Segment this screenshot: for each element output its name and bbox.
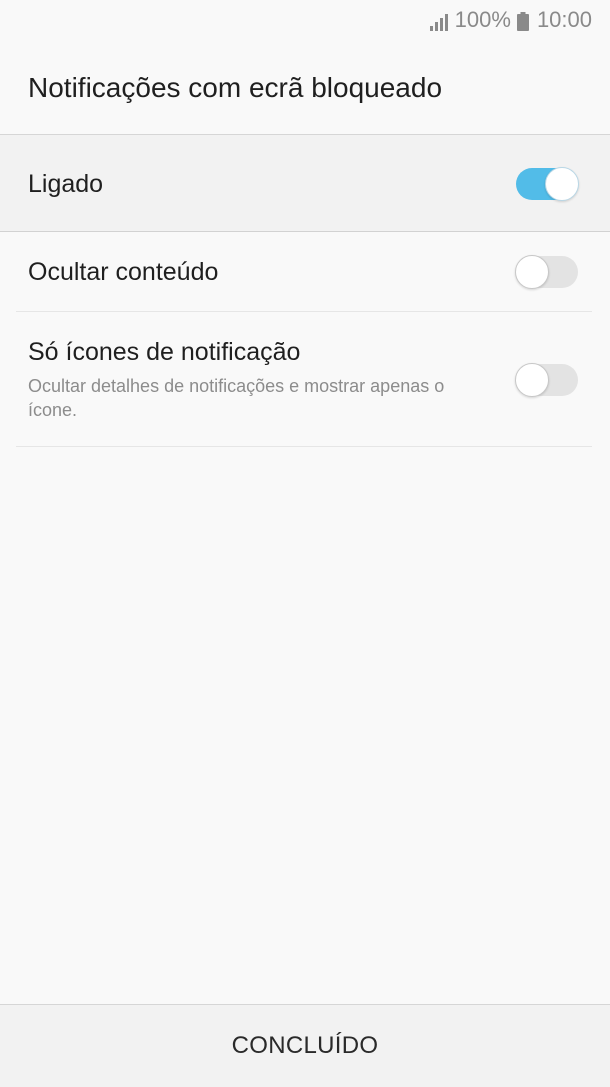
- done-button[interactable]: CONCLUÍDO: [0, 1005, 610, 1087]
- title-bar: Notificações com ecrã bloqueado: [0, 44, 610, 135]
- status-indicators: 100% 10:00: [429, 6, 592, 34]
- bottom-bar: CONCLUÍDO: [0, 1004, 610, 1087]
- status-bar: 100% 10:00: [0, 0, 610, 40]
- setting-row-icons-only[interactable]: Só ícones de notificação Ocultar detalhe…: [16, 312, 592, 447]
- master-switch-row[interactable]: Ligado: [0, 135, 610, 232]
- icons-only-toggle[interactable]: [515, 363, 578, 397]
- page-title: Notificações com ecrã bloqueado: [28, 72, 443, 103]
- hide-content-toggle[interactable]: [515, 255, 578, 289]
- toggle-thumb: [515, 363, 549, 397]
- master-switch-toggle[interactable]: [516, 167, 579, 201]
- battery-full-icon: [516, 11, 529, 31]
- setting-row-hide-content[interactable]: Ocultar conteúdo: [16, 232, 592, 312]
- setting-label-icons-only: Só ícones de notificação: [28, 338, 301, 366]
- battery-percent: 100%: [454, 7, 511, 32]
- setting-label-hide-content: Ocultar conteúdo: [28, 258, 219, 286]
- toggle-thumb: [515, 255, 549, 289]
- clock: 10:00: [536, 7, 592, 32]
- master-switch-label: Ligado: [28, 170, 104, 198]
- signal-strength-icon: [429, 11, 449, 31]
- setting-description-icons-only: Ocultar detalhes de notificações e mostr…: [28, 376, 445, 420]
- toggle-thumb: [545, 167, 579, 201]
